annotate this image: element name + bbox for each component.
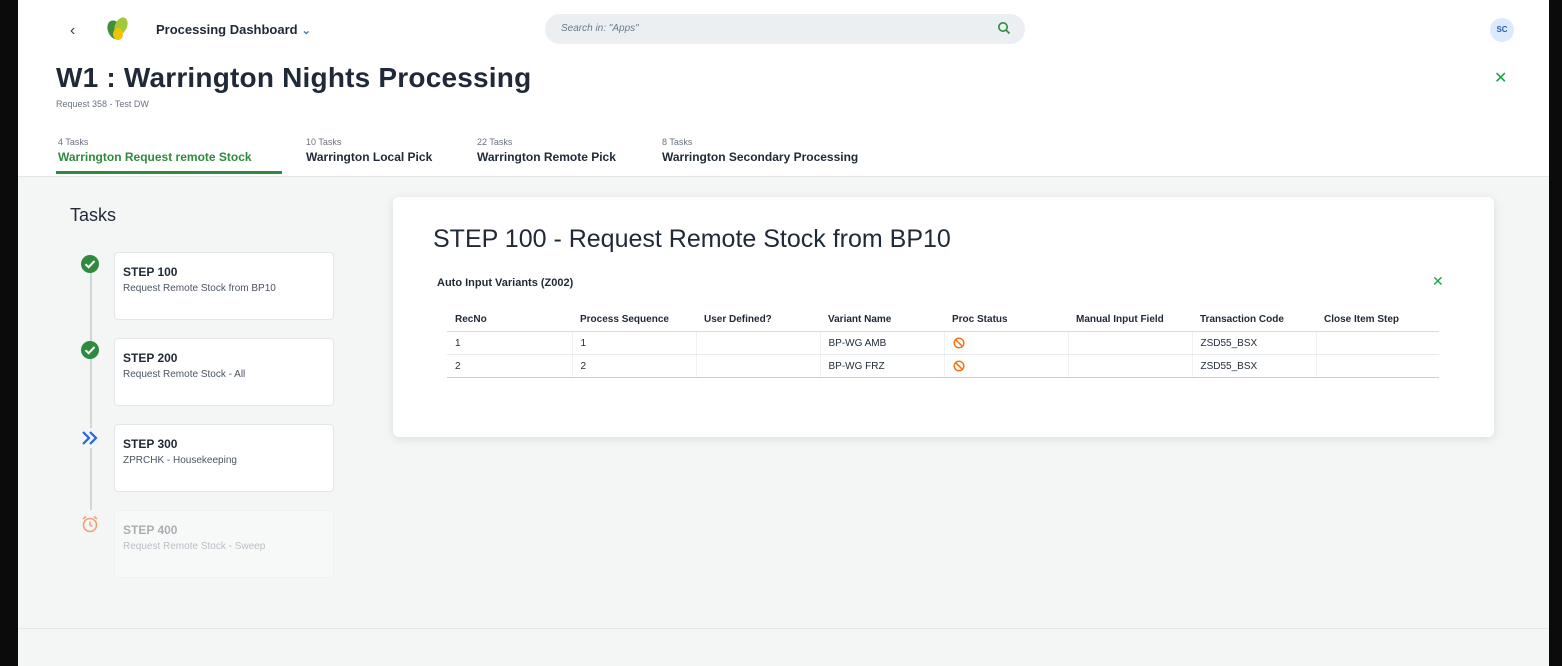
not-allowed-icon — [952, 360, 965, 372]
cell-recno: 1 — [447, 331, 573, 355]
step-title: STEP 200 — [123, 351, 178, 365]
cell-proc-status — [944, 331, 1069, 355]
back-button[interactable]: ‹ — [70, 22, 75, 40]
search-input[interactable]: Search in: "Apps" — [545, 14, 1025, 44]
tasks-heading: Tasks — [70, 205, 117, 225]
cell-variant-name: BP-WG FRZ — [820, 354, 945, 378]
step-detail-title: STEP 100 - Request Remote Stock from BP1… — [433, 225, 951, 253]
tab-label: Warrington Local Pick — [306, 150, 433, 164]
step-title: STEP 300 — [123, 437, 178, 451]
tab-count: 4 Tasks — [58, 137, 89, 147]
step-card-400[interactable]: STEP 400 Request Remote Stock - Sweep — [114, 510, 334, 578]
search-placeholder: Search in: "Apps" — [561, 23, 639, 34]
cell-transaction-code: ZSD55_BSX — [1192, 331, 1317, 355]
close-icon[interactable]: ✕ — [1432, 273, 1444, 290]
tab-label: Warrington Secondary Processing — [662, 150, 859, 164]
app-title-menu[interactable]: Processing Dashboard ⌄ — [156, 22, 311, 37]
tab-warrington-remote-pick[interactable]: 22 Tasks Warrington Remote Pick — [477, 137, 616, 164]
tab-count: 22 Tasks — [477, 137, 513, 147]
not-allowed-icon — [952, 337, 965, 349]
cell-close-item-step — [1316, 354, 1439, 378]
column-header-recno[interactable]: RecNo — [447, 307, 572, 332]
tab-label: Warrington Remote Pick — [477, 150, 616, 164]
column-header-close-item-step[interactable]: Close Item Step — [1316, 307, 1439, 332]
cell-transaction-code: ZSD55_BSX — [1192, 354, 1317, 378]
cell-user-defined — [696, 331, 821, 355]
check-circle-icon — [81, 341, 99, 359]
check-circle-icon — [81, 255, 99, 273]
page-title: W1 : Warrington Nights Processing — [56, 62, 532, 93]
step-detail-card: STEP 100 - Request Remote Stock from BP1… — [393, 197, 1494, 437]
tab-count: 8 Tasks — [662, 137, 693, 147]
timeline-line — [90, 272, 92, 510]
app-window: ‹ Processing Dashboard ⌄ Search in: "Apps… — [18, 0, 1549, 666]
tab-label: Warrington Request remote Stock — [58, 150, 252, 164]
table-header-row: RecNo Process Sequence User Defined? Var… — [447, 307, 1439, 332]
cell-variant-name: BP-WG AMB — [820, 331, 945, 355]
column-header-user-defined[interactable]: User Defined? — [696, 307, 820, 332]
step-description: Request Remote Stock from BP10 — [123, 283, 276, 294]
search-icon[interactable] — [997, 21, 1011, 35]
tab-warrington-secondary-processing[interactable]: 8 Tasks Warrington Secondary Processing — [662, 137, 858, 164]
column-header-process-sequence[interactable]: Process Sequence — [572, 307, 696, 332]
step-card-100[interactable]: STEP 100 Request Remote Stock from BP10 — [114, 252, 334, 320]
section-title: Auto Input Variants (Z002) — [437, 277, 574, 289]
step-description: Request Remote Stock - Sweep — [123, 541, 266, 552]
step-card-300[interactable]: STEP 300 ZPRCHK - Housekeeping — [114, 424, 334, 492]
alarm-clock-icon — [80, 514, 100, 534]
tab-warrington-local-pick[interactable]: 10 Tasks Warrington Local Pick — [306, 137, 432, 164]
chevron-down-icon: ⌄ — [301, 25, 311, 37]
step-description: ZPRCHK - Housekeeping — [123, 455, 237, 466]
cell-proc-status — [944, 354, 1069, 378]
app-logo-icon — [107, 17, 128, 40]
app-title-text: Processing Dashboard — [156, 22, 298, 37]
double-chevron-right-icon — [80, 428, 100, 448]
table-row[interactable]: 2 2 BP-WG FRZ ZSD55_BSX — [447, 354, 1439, 378]
tab-warrington-request-remote-stock[interactable]: 4 Tasks Warrington Request remote Stock — [58, 137, 252, 164]
cell-user-defined — [696, 354, 821, 378]
user-avatar[interactable]: SC — [1490, 18, 1514, 42]
column-header-manual-input-field[interactable]: Manual Input Field — [1068, 307, 1192, 332]
cell-manual-input-field — [1068, 354, 1193, 378]
footer-divider — [18, 628, 1549, 629]
column-header-proc-status[interactable]: Proc Status — [944, 307, 1068, 332]
close-icon[interactable]: ✕ — [1494, 68, 1507, 88]
step-card-200[interactable]: STEP 200 Request Remote Stock - All — [114, 338, 334, 406]
active-tab-indicator — [56, 171, 282, 174]
cell-manual-input-field — [1068, 331, 1193, 355]
step-title: STEP 100 — [123, 265, 178, 279]
column-header-variant-name[interactable]: Variant Name — [820, 307, 944, 332]
step-title: STEP 400 — [123, 523, 178, 537]
cell-process-sequence: 2 — [572, 354, 697, 378]
variants-table: RecNo Process Sequence User Defined? Var… — [447, 307, 1439, 378]
cell-process-sequence: 1 — [572, 331, 697, 355]
tab-count: 10 Tasks — [306, 137, 342, 147]
cell-close-item-step — [1316, 331, 1439, 355]
page-subtitle: Request 358 - Test DW — [56, 99, 149, 109]
cell-recno: 2 — [447, 354, 573, 378]
table-row[interactable]: 1 1 BP-WG AMB ZSD55_BSX — [447, 331, 1439, 355]
column-header-transaction-code[interactable]: Transaction Code — [1192, 307, 1316, 332]
step-description: Request Remote Stock - All — [123, 369, 246, 380]
